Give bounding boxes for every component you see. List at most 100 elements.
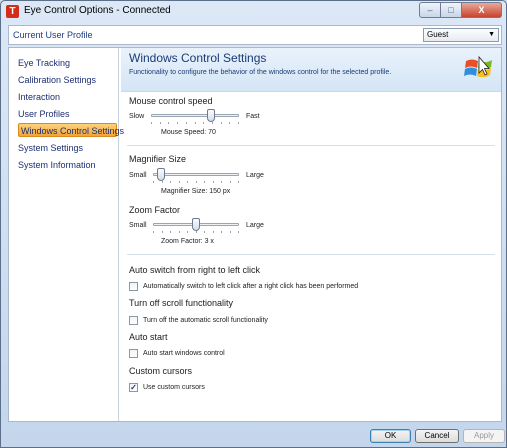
slider-tick: [187, 231, 188, 233]
slider-track[interactable]: [153, 173, 239, 176]
slider-tick: [195, 231, 197, 233]
slider-tick: [238, 231, 239, 233]
mouse-speed-slider[interactable]: [151, 109, 239, 125]
maximize-button[interactable]: □: [441, 2, 462, 18]
slider-tick: [229, 122, 231, 124]
magnifier-size-title: Magnifier Size: [129, 154, 187, 164]
sidebar-item-user-profiles[interactable]: User Profiles: [18, 109, 70, 119]
apply-button[interactable]: Apply: [463, 429, 505, 443]
slider-tick: [159, 122, 161, 124]
dialog-footer: OK Cancel Apply: [1, 422, 506, 447]
window-controls: – □ X: [419, 2, 502, 18]
windows-logo-cursor-icon: [464, 55, 492, 78]
slider-tick: [178, 181, 180, 183]
zoom-min-label: Small: [129, 222, 147, 229]
scroll-checkbox[interactable]: [129, 316, 138, 325]
auto-switch-title: Auto switch from right to left click: [129, 265, 261, 275]
sidebar-item-system-information[interactable]: System Information: [18, 160, 96, 170]
mouse-speed-title: Mouse control speed: [129, 96, 213, 106]
slider-tick: [203, 122, 205, 124]
settings-main: Windows Control Settings Functionality t…: [121, 48, 501, 421]
auto-switch-checkbox[interactable]: [129, 282, 138, 291]
sidebar: Eye Tracking Calibration Settings Intera…: [9, 48, 124, 421]
auto-start-row[interactable]: Auto start windows control: [129, 349, 225, 358]
settings-header: Windows Control Settings Functionality t…: [121, 48, 501, 92]
custom-cursors-title: Custom cursors: [129, 366, 193, 376]
magnifier-min-label: Small: [129, 172, 147, 179]
profile-selected-value: Guest: [427, 30, 449, 39]
slider-tick: [212, 181, 214, 183]
slider-ticks: [153, 231, 239, 234]
slider-tick: [194, 122, 196, 124]
minimize-button[interactable]: –: [419, 2, 441, 18]
profile-label: Current User Profile: [13, 30, 93, 40]
slider-thumb[interactable]: [192, 218, 200, 231]
slider-ticks: [151, 122, 239, 125]
auto-switch-checkbox-label[interactable]: Automatically switch to left click after…: [143, 283, 358, 290]
slider-tick: [177, 122, 179, 124]
slider-tick: [204, 231, 205, 233]
app-icon: T: [6, 5, 19, 18]
slider-tick: [161, 231, 163, 233]
slider-tick: [211, 122, 213, 124]
auto-start-title: Auto start: [129, 332, 168, 342]
magnifier-size-slider[interactable]: [153, 168, 239, 184]
page-title: Windows Control Settings: [129, 51, 267, 65]
auto-start-checkbox-label[interactable]: Auto start windows control: [143, 350, 225, 357]
zoom-factor-slider[interactable]: [153, 218, 239, 234]
options-window: T Eye Control Options - Connected – □ X …: [0, 0, 507, 448]
profile-dropdown[interactable]: Guest ▼: [423, 28, 499, 42]
zoom-factor-title: Zoom Factor: [129, 205, 181, 215]
auto-start-checkbox[interactable]: [129, 349, 138, 358]
slider-thumb[interactable]: [207, 109, 215, 122]
mouse-speed-min-label: Slow: [129, 113, 145, 120]
sidebar-item-interaction[interactable]: Interaction: [18, 92, 60, 102]
magnifier-max-label: Large: [246, 172, 264, 179]
sidebar-item-calibration-settings[interactable]: Calibration Settings: [18, 75, 96, 85]
slider-tick: [168, 122, 170, 124]
scroll-checkbox-label[interactable]: Turn off the automatic scroll functional…: [143, 317, 268, 324]
ok-button[interactable]: OK: [370, 429, 411, 443]
zoom-max-label: Large: [246, 222, 264, 229]
slider-tick: [238, 122, 239, 124]
title-bar[interactable]: T Eye Control Options - Connected – □ X: [1, 1, 506, 23]
slider-tick: [153, 231, 154, 233]
mouse-speed-caption: Mouse Speed: 70: [161, 129, 216, 136]
slider-tick: [229, 181, 231, 183]
custom-cursors-checkbox[interactable]: ✓: [129, 383, 138, 392]
content-panel: Eye Tracking Calibration Settings Intera…: [8, 47, 502, 422]
slider-tick: [170, 231, 171, 233]
slider-tick: [229, 231, 231, 233]
close-button[interactable]: X: [462, 2, 502, 18]
scroll-title: Turn off scroll functionality: [129, 298, 234, 308]
divider: [127, 145, 495, 146]
sidebar-item-system-settings[interactable]: System Settings: [18, 143, 83, 153]
slider-tick: [170, 181, 171, 183]
custom-cursors-checkbox-label[interactable]: Use custom cursors: [143, 384, 205, 391]
slider-tick: [220, 122, 222, 124]
slider-ticks: [153, 181, 239, 184]
divider: [127, 254, 495, 255]
auto-switch-row[interactable]: Automatically switch to left click after…: [129, 282, 358, 291]
slider-tick: [178, 231, 180, 233]
slider-tick: [153, 181, 154, 183]
sidebar-item-eye-tracking[interactable]: Eye Tracking: [18, 58, 70, 68]
slider-tick: [238, 181, 239, 183]
custom-cursors-row[interactable]: ✓ Use custom cursors: [129, 383, 205, 392]
cancel-button[interactable]: Cancel: [415, 429, 459, 443]
mouse-speed-max-label: Fast: [246, 113, 260, 120]
scroll-row[interactable]: Turn off the automatic scroll functional…: [129, 316, 268, 325]
zoom-caption: Zoom Factor: 3 x: [161, 238, 214, 245]
slider-tick: [221, 181, 222, 183]
profile-bar: Current User Profile Guest ▼: [8, 25, 502, 45]
slider-tick: [204, 181, 205, 183]
slider-tick: [187, 181, 188, 183]
slider-tick: [185, 122, 187, 124]
chevron-down-icon: ▼: [488, 31, 495, 38]
sidebar-item-windows-control-settings[interactable]: Windows Control Settings: [18, 123, 124, 137]
slider-tick: [161, 181, 163, 183]
slider-track[interactable]: [151, 114, 239, 117]
slider-tick: [195, 181, 197, 183]
slider-thumb[interactable]: [156, 168, 165, 181]
slider-tick: [151, 122, 152, 124]
